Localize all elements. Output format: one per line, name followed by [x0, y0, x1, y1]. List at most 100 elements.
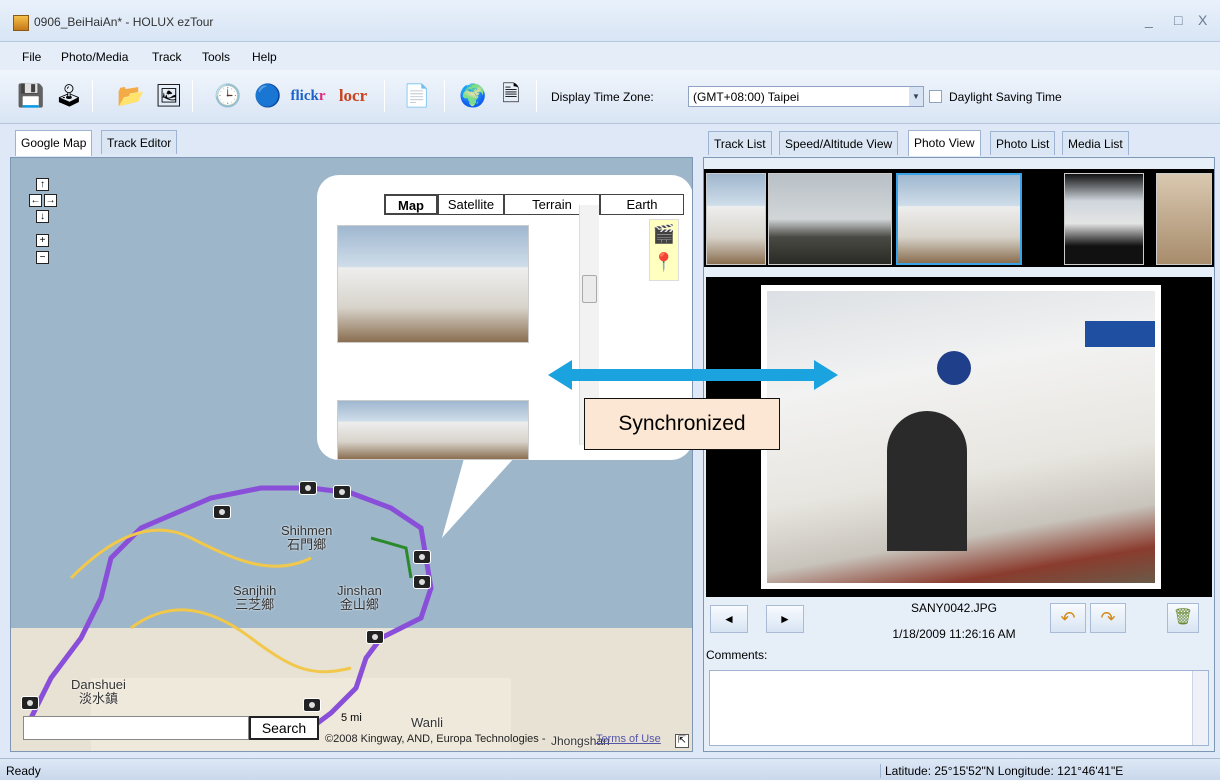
toolbar-separator [92, 80, 93, 112]
terms-of-use-link[interactable]: Terms of Use [596, 733, 661, 745]
map-label-danshuei: Danshuei 淡水鎮 [71, 678, 126, 706]
flickr-text: flick [290, 87, 319, 104]
photo-import-icon[interactable]: 🖼 [152, 79, 186, 113]
camera-icon[interactable] [299, 481, 317, 495]
app-icon [13, 15, 29, 31]
comments-input[interactable] [709, 670, 1209, 746]
recycle-bin-icon[interactable]: 🗑 [1167, 603, 1199, 633]
time-zone-label: Display Time Zone: [551, 90, 654, 104]
next-photo-button[interactable]: ► [766, 605, 804, 633]
dropdown-arrow-icon[interactable]: ▼ [909, 87, 923, 106]
filmstrip-thumbnail[interactable] [768, 173, 892, 265]
tab-media-list[interactable]: Media List [1062, 131, 1129, 155]
open-folder-icon[interactable]: 📂 [114, 79, 148, 113]
time-zone-value: (GMT+08:00) Taipei [693, 90, 800, 104]
locr-icon[interactable]: locr [336, 79, 370, 113]
photo-view-panel: ◄ ► SANY0042.JPG 1/18/2009 11:26:16 AM ↶… [703, 157, 1215, 752]
window-title: 0906_BeiHaiAn* - HOLUX ezTour [34, 15, 214, 29]
tab-track-list[interactable]: Track List [708, 131, 772, 155]
google-earth-icon[interactable]: 🌍 [456, 79, 490, 113]
sync-arrow-icon [548, 360, 838, 390]
pan-right-icon[interactable]: → [44, 194, 57, 207]
marker-tools[interactable]: 🎬 📍 [649, 219, 679, 281]
status-bar: Ready Latitude: 25°15'52"N Longitude: 12… [0, 758, 1220, 780]
callout-photo[interactable] [337, 400, 529, 460]
camera-icon[interactable] [333, 485, 351, 499]
scrollbar-thumb[interactable] [582, 275, 597, 303]
photo-filename: SANY0042.JPG [910, 601, 998, 615]
tab-google-map[interactable]: Google Map [15, 130, 93, 156]
main-photo-frame [706, 277, 1212, 597]
toolbar-separator [384, 80, 385, 112]
picasa-icon[interactable]: 🔵 [251, 79, 285, 113]
menu-tools[interactable]: Tools [202, 50, 230, 64]
map-type-earth[interactable]: Earth [600, 194, 684, 215]
status-text: Ready [6, 764, 41, 778]
camera-icon[interactable] [303, 698, 321, 712]
pan-up-icon[interactable]: ↑ [36, 178, 49, 191]
camera-icon[interactable] [21, 696, 39, 710]
map-label-text: 淡水鎮 [78, 691, 118, 706]
map-label-text: Jinshan [337, 583, 382, 598]
menu-photo-media[interactable]: Photo/Media [61, 50, 128, 64]
toolbar-separator [192, 80, 193, 112]
photo-awning [1085, 321, 1155, 347]
zoom-in-icon[interactable]: + [36, 234, 49, 247]
menu-help[interactable]: Help [252, 50, 277, 64]
callout-photo[interactable] [337, 225, 529, 343]
kmz-icon[interactable]: 🗎 [494, 79, 528, 113]
camera-icon[interactable] [366, 630, 384, 644]
overview-toggle-icon[interactable]: ⇱ [675, 734, 689, 748]
minimize-button[interactable]: _ [1145, 12, 1153, 28]
main-photo[interactable] [761, 285, 1161, 589]
tab-speed-altitude-view[interactable]: Speed/Altitude View [779, 131, 899, 155]
flickr-text-r: r [318, 87, 326, 104]
maximize-button[interactable]: □ [1174, 12, 1182, 28]
rotate-right-icon[interactable]: ↷ [1090, 603, 1126, 633]
pan-left-icon[interactable]: ← [29, 194, 42, 207]
flickr-icon[interactable]: flickr [290, 79, 326, 113]
previous-photo-button[interactable]: ◄ [710, 605, 748, 633]
map-panel[interactable]: ↑ ← → ↓ + − Map Satellite Terrain Earth … [10, 157, 693, 752]
filmstrip-thumbnail[interactable] [1156, 173, 1212, 265]
map-label-wanli: Wanli [411, 715, 444, 730]
map-label-text: 石門鄉 [287, 537, 327, 552]
map-label-jinshan: Jinshan 金山鄉 [337, 584, 382, 612]
map-attribution: ©2008 Kingway, AND, Europa Technologies … [325, 733, 546, 745]
camera-icon[interactable] [413, 575, 431, 589]
device-icon[interactable]: 💾 [14, 79, 48, 113]
map-label-text: 三芝鄉 [235, 597, 275, 612]
rotate-left-icon[interactable]: ↶ [1050, 603, 1086, 633]
tab-photo-list[interactable]: Photo List [990, 131, 1056, 155]
photo-datetime: 1/18/2009 11:26:16 AM [892, 627, 1016, 641]
joystick-icon[interactable]: 🕹 [52, 79, 86, 113]
daylight-saving-checkbox[interactable] [929, 90, 942, 103]
map-label-shihmen: Shihmen 石門鄉 [281, 524, 332, 552]
export-icon[interactable]: 📄 [400, 79, 434, 113]
filmstrip-thumbnail[interactable] [706, 173, 766, 265]
time-zone-select[interactable]: (GMT+08:00) Taipei ▼ [688, 86, 924, 107]
clock-icon[interactable]: 🕒 [211, 79, 245, 113]
photo-image [767, 291, 1155, 583]
menu-file[interactable]: File [22, 50, 41, 64]
pan-down-icon[interactable]: ↓ [36, 210, 49, 223]
comments-scrollbar[interactable] [1192, 671, 1208, 745]
clapper-icon[interactable]: 🎬 [653, 224, 675, 244]
map-search-input[interactable] [23, 716, 249, 740]
zoom-out-icon[interactable]: − [36, 251, 49, 264]
direction-arrow-icon [370, 536, 413, 579]
close-button[interactable]: X [1198, 12, 1207, 28]
pin-icon[interactable]: 📍 [653, 252, 675, 272]
camera-icon[interactable] [413, 550, 431, 564]
filmstrip-thumbnail-selected[interactable] [896, 173, 1022, 265]
map-type-map[interactable]: Map [384, 194, 438, 215]
map-label-sanjhih: Sanjhih 三芝鄉 [233, 584, 276, 612]
tab-track-editor[interactable]: Track Editor [101, 130, 178, 154]
photo-logo [937, 351, 971, 385]
menu-track[interactable]: Track [152, 50, 182, 64]
map-type-satellite[interactable]: Satellite [438, 194, 504, 215]
tab-photo-view[interactable]: Photo View [908, 130, 981, 156]
map-search-button[interactable]: Search [249, 716, 319, 740]
filmstrip-thumbnail[interactable] [1064, 173, 1144, 265]
camera-icon[interactable] [213, 505, 231, 519]
